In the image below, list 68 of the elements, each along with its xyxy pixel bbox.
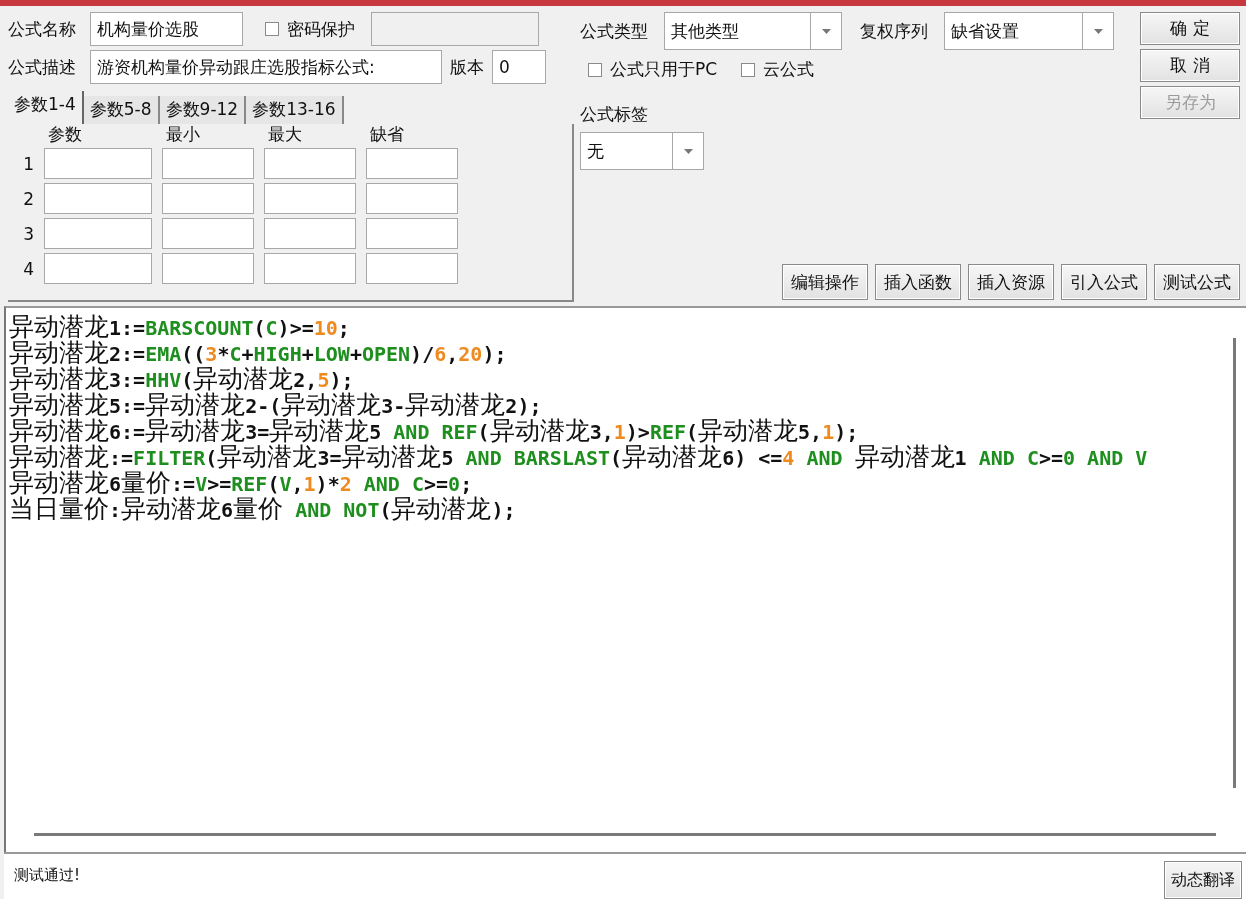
row-number: 2	[22, 188, 34, 209]
description-field[interactable]: 游资机构量价异动跟庄选股指标公式:	[90, 50, 442, 84]
field-label: 复权序列	[860, 19, 928, 43]
name-field[interactable]: 机构量价选股	[90, 12, 243, 46]
param-field[interactable]	[264, 148, 356, 179]
action-button[interactable]: 引入公式	[1061, 264, 1147, 300]
checkbox[interactable]	[741, 62, 756, 77]
adjust-dropdown[interactable]: 缺省设置	[944, 12, 1114, 50]
row-number: 1	[22, 153, 34, 174]
code-line: 异动潜龙:=FILTER(异动潜龙3=异动潜龙5 AND BARSLAST(异动潜龙6) <=4 AND 异动潜龙1 AND C>=0 AND V	[9, 444, 1149, 470]
code-line: 异动潜龙6量价:=V>=REF(V,1)*2 AND C>=0;	[9, 470, 473, 496]
code-line: 异动潜龙5:=异动潜龙2-(异动潜龙3-异动潜龙2);	[9, 392, 542, 418]
field-label: 公式标签	[580, 103, 648, 126]
action-button[interactable]: 插入资源	[968, 264, 1054, 300]
code-line: 异动潜龙2:=EMA((3*C+HIGH+LOW+OPEN)/6,20);	[9, 340, 508, 366]
action-button[interactable]: 插入函数	[875, 264, 961, 300]
param-field[interactable]	[366, 253, 458, 284]
row-number: 4	[22, 258, 34, 279]
param-field[interactable]	[162, 148, 254, 179]
code-line: 异动潜龙3:=HHV(异动潜龙2,5);	[9, 366, 354, 392]
tag-dropdown[interactable]: 无	[580, 132, 704, 170]
row-number: 3	[22, 223, 34, 244]
scrollbar[interactable]	[34, 833, 1216, 836]
param-field[interactable]	[264, 253, 356, 284]
code-line: 异动潜龙1:=BARSCOUNT(C)>=10;	[9, 314, 351, 340]
version-field[interactable]: 0	[492, 50, 546, 84]
column-header: 最大	[267, 124, 303, 144]
param-field[interactable]	[264, 218, 356, 249]
param-field[interactable]	[162, 218, 254, 249]
column-header: 最小	[165, 124, 201, 144]
param-field[interactable]	[44, 218, 152, 249]
param-field[interactable]	[44, 148, 152, 179]
code-line: 当日量价:异动潜龙6量价 AND NOT(异动潜龙);	[9, 496, 517, 522]
tab[interactable]: 参数9-12	[159, 96, 247, 124]
translate-button[interactable]: 动态翻译	[1164, 861, 1242, 899]
checkbox-label: 密码保护	[287, 17, 355, 41]
action-button[interactable]: 编辑操作	[782, 264, 868, 300]
field-label: 公式类型	[580, 19, 648, 43]
param-field[interactable]	[264, 183, 356, 214]
dialog-button[interactable]: 确 定	[1140, 12, 1240, 45]
param-field[interactable]	[162, 253, 254, 284]
param-field[interactable]	[44, 253, 152, 284]
checkbox[interactable]	[588, 62, 602, 77]
param-field[interactable]	[366, 218, 458, 249]
caret-icon	[821, 28, 831, 34]
status-message: 测试通过!	[14, 866, 80, 885]
caret-icon	[683, 148, 693, 154]
scrollbar[interactable]	[1233, 338, 1236, 788]
checkbox-label: 公式只用于PC	[610, 58, 718, 81]
tab[interactable]: 参数13-16	[246, 96, 344, 124]
param-field[interactable]	[366, 148, 458, 179]
param-field[interactable]	[162, 183, 254, 214]
column-header: 缺省	[369, 124, 405, 144]
column-header: 参数	[47, 124, 83, 144]
checkbox[interactable]	[265, 22, 279, 36]
field-label: 公式名称	[8, 17, 76, 41]
param-field[interactable]	[366, 183, 458, 214]
caret-icon	[1093, 28, 1103, 34]
action-button[interactable]: 测试公式	[1154, 264, 1240, 300]
type-dropdown[interactable]: 其他类型	[664, 12, 842, 50]
checkbox-label: 云公式	[763, 58, 815, 81]
field-label: 版本	[450, 55, 484, 79]
code-editor[interactable]	[4, 306, 1246, 852]
code-line: 异动潜龙6:=异动潜龙3=异动潜龙5 AND REF(异动潜龙3,1)>REF(异动潜龙5,1);	[9, 418, 860, 444]
field-label: 公式描述	[8, 55, 76, 79]
param-field[interactable]	[44, 183, 152, 214]
dialog-button[interactable]: 取 消	[1140, 49, 1240, 82]
tab[interactable]: 参数5-8	[83, 96, 160, 124]
